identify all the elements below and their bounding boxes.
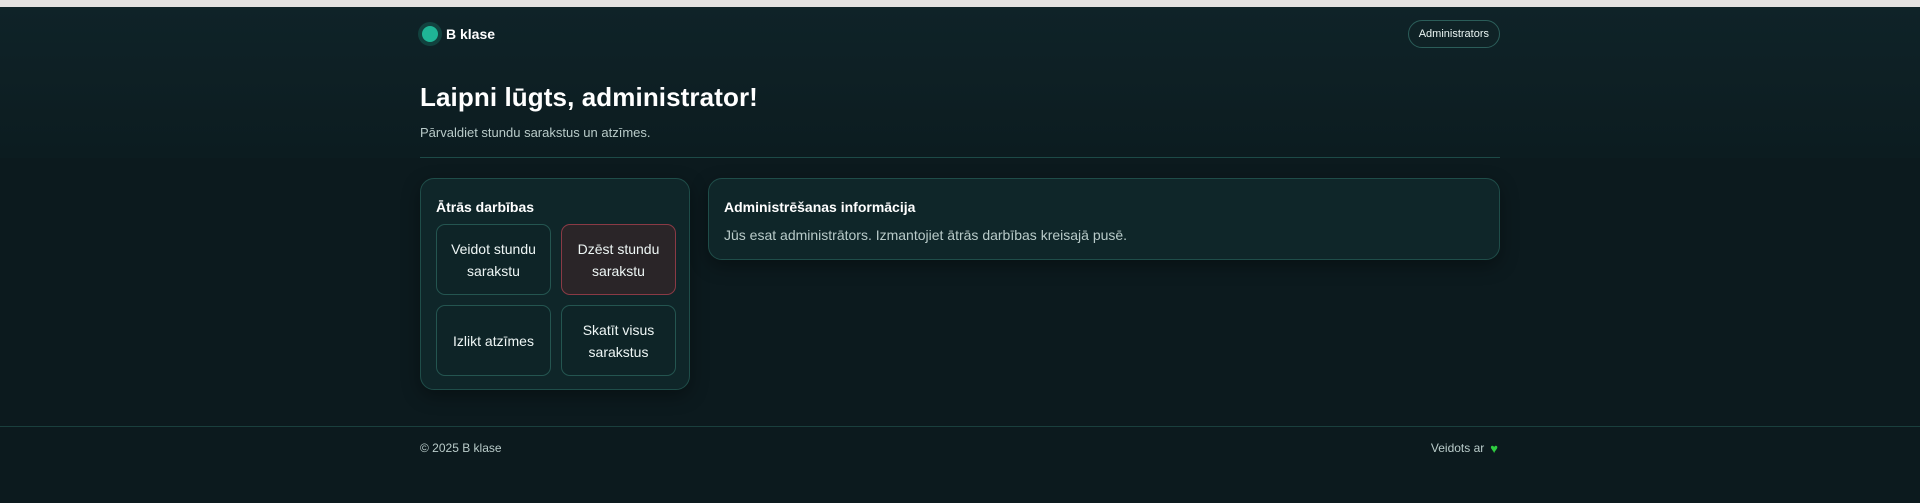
divider — [420, 157, 1500, 158]
admin-info-text: Jūs esat administrātors. Izmantojiet ātr… — [724, 227, 1128, 243]
role-badge[interactable]: Administrators — [1407, 20, 1500, 48]
quick-actions-card: Ātrās darbības Veidot stundu sarakstu Dz… — [420, 178, 690, 390]
navbar: B klase Administrators — [420, 18, 1500, 50]
made-with-label: Veidots ar — [1430, 441, 1485, 455]
footer: © 2025 B klase Veidots ar ♥ — [420, 438, 1500, 458]
heart-icon: ♥ — [1490, 440, 1498, 456]
view-all-schedules-button[interactable]: Skatīt visus sarakstus — [561, 305, 676, 376]
brand-logo-icon — [422, 26, 438, 42]
page-heading: Laipni lūgts, administrator! Pārvaldiet … — [420, 82, 1500, 140]
brand-name: B klase — [446, 26, 496, 42]
admin-info-title: Administrēšanas informācija — [724, 199, 916, 215]
assign-grades-button[interactable]: Izlikt atzīmes — [436, 305, 551, 376]
create-schedule-button[interactable]: Veidot stundu sarakstu — [436, 224, 551, 295]
quick-actions-title: Ātrās darbības — [436, 199, 535, 215]
delete-schedule-button[interactable]: Dzēst stundu sarakstu — [561, 224, 676, 295]
page-subtitle: Pārvaldiet stundu sarakstus un atzīmes. — [420, 125, 651, 140]
admin-info-card: Administrēšanas informācija Jūs esat adm… — [708, 178, 1500, 260]
copyright-text: © 2025 B klase — [420, 441, 502, 455]
brand[interactable]: B klase — [420, 26, 495, 42]
footer-divider — [0, 426, 1920, 427]
browser-top-strip — [0, 0, 1920, 7]
made-with: Veidots ar ♥ — [1431, 441, 1500, 456]
page-title: Laipni lūgts, administrator! — [420, 82, 758, 112]
